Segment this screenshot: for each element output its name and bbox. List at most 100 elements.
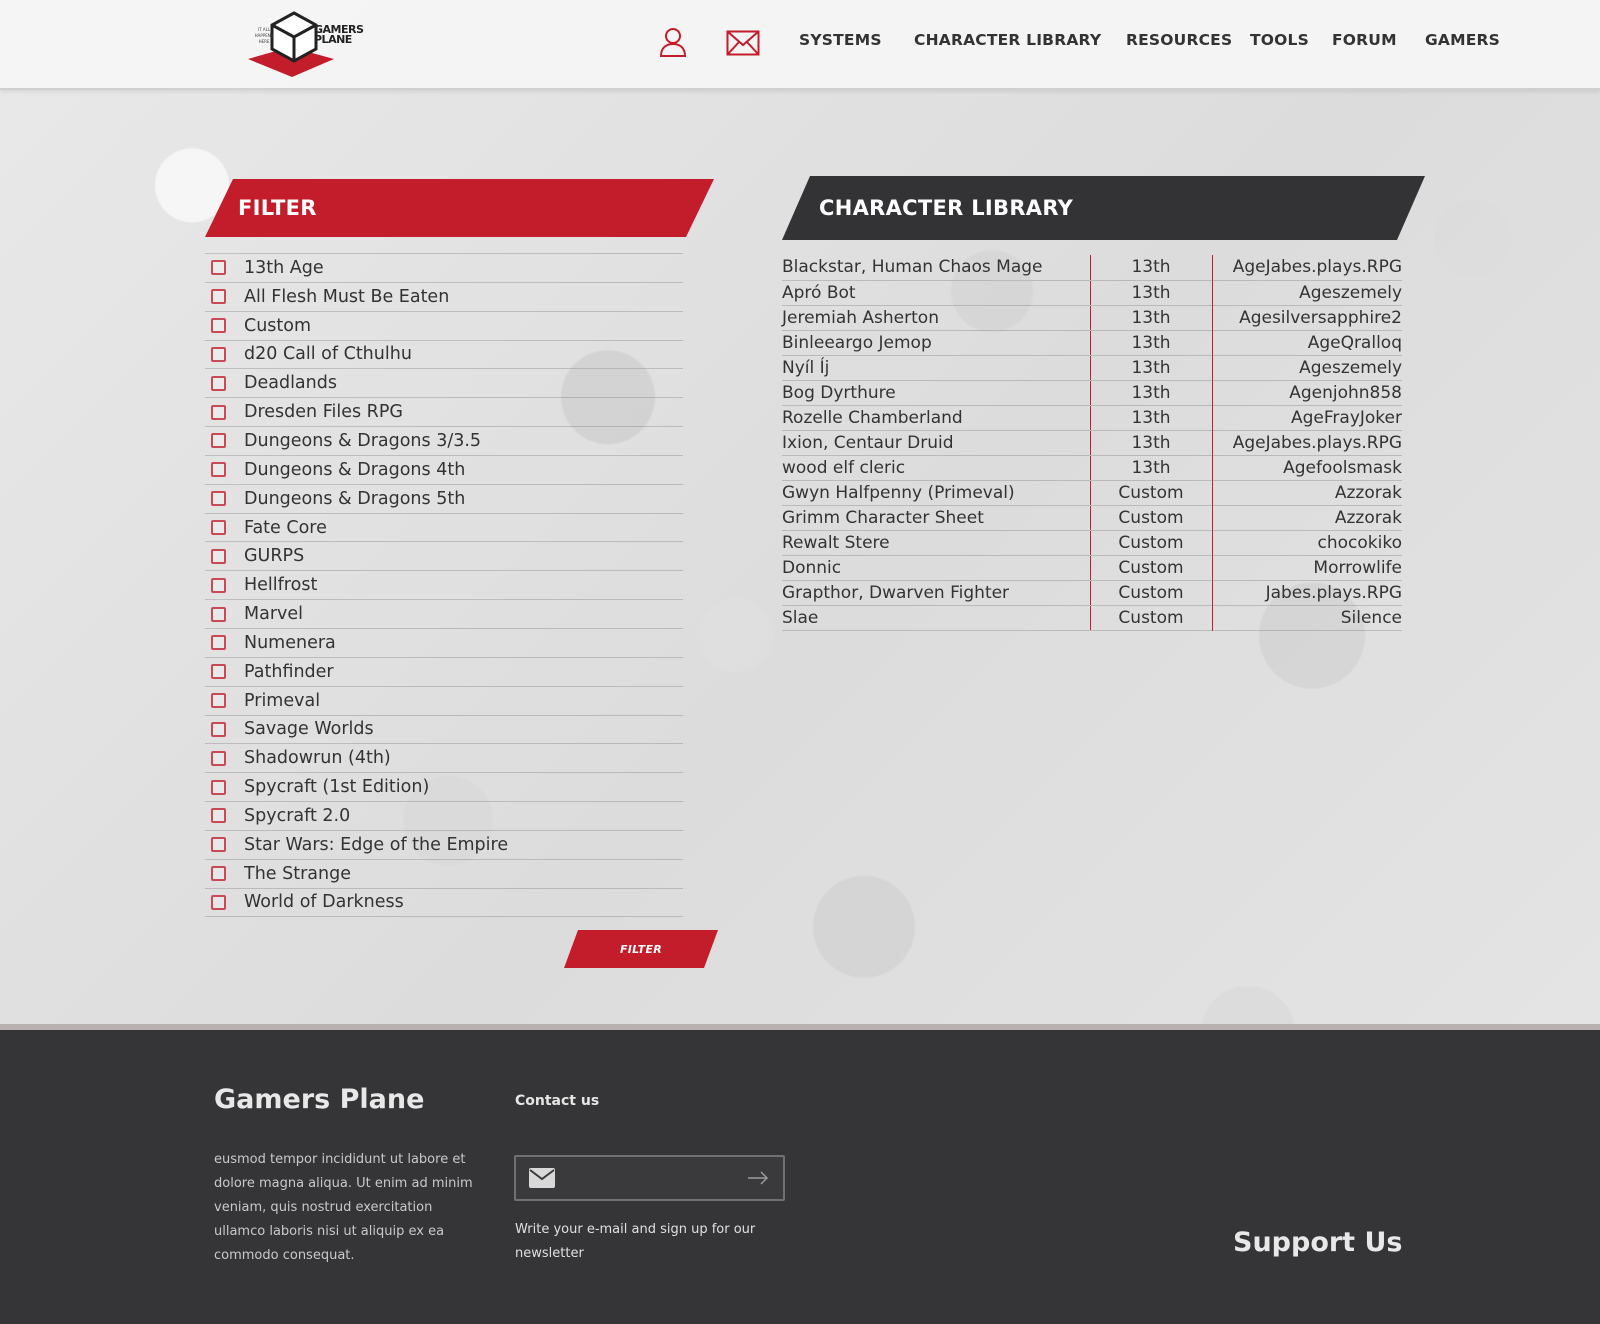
filter-item[interactable]: Dungeons & Dragons 3/3.5: [205, 427, 683, 456]
library-row[interactable]: Slae Custom Silence: [782, 605, 1402, 631]
filter-item[interactable]: Fate Core: [205, 514, 683, 543]
filter-item[interactable]: d20 Call of Cthulhu: [205, 341, 683, 370]
character-name[interactable]: Grapthor, Dwarven Fighter: [782, 580, 1090, 606]
filter-checkbox[interactable]: [211, 404, 226, 420]
character-gamer[interactable]: Morrowlife: [1212, 555, 1402, 581]
character-gamer[interactable]: Ageszemely: [1212, 280, 1402, 306]
filter-item[interactable]: Custom: [205, 312, 683, 341]
character-name[interactable]: Grimm Character Sheet: [782, 505, 1090, 531]
library-row[interactable]: Grapthor, Dwarven Fighter Custom Jabes.pla…: [782, 580, 1402, 606]
character-gamer[interactable]: Agenjohn858: [1212, 380, 1402, 406]
character-gamer[interactable]: Azzorak: [1212, 505, 1402, 531]
character-name[interactable]: Jeremiah Asherton: [782, 305, 1090, 331]
nav-resources[interactable]: RESOURCES: [1126, 31, 1232, 49]
filter-checkbox[interactable]: [211, 808, 226, 824]
filter-checkbox[interactable]: [211, 721, 226, 737]
character-name[interactable]: Rozelle Chamberland: [782, 405, 1090, 431]
nav-gamers[interactable]: GAMERS: [1425, 31, 1500, 49]
filter-checkbox[interactable]: [211, 577, 226, 593]
filter-checkbox[interactable]: [211, 548, 226, 564]
filter-checkbox[interactable]: [211, 433, 226, 449]
filter-button[interactable]: FILTER: [564, 930, 718, 968]
library-row[interactable]: Binleeargo Jemop 13th AgeQralloq: [782, 330, 1402, 356]
character-name[interactable]: Rewalt Stere: [782, 530, 1090, 556]
filter-item[interactable]: Pathfinder: [205, 658, 683, 687]
filter-item[interactable]: 13th Age: [205, 254, 683, 283]
filter-item[interactable]: Primeval: [205, 687, 683, 716]
character-gamer[interactable]: Azzorak: [1212, 480, 1402, 506]
library-row[interactable]: Nyíl Íj 13th Ageszemely: [782, 355, 1402, 381]
filter-item[interactable]: World of Darkness: [205, 889, 683, 918]
filter-checkbox[interactable]: [211, 260, 226, 276]
filter-checkbox[interactable]: [211, 491, 226, 507]
filter-checkbox[interactable]: [211, 606, 226, 622]
character-name[interactable]: wood elf cleric: [782, 455, 1090, 481]
filter-item[interactable]: Star Wars: Edge of the Empire: [205, 831, 683, 860]
filter-checkbox[interactable]: [211, 750, 226, 766]
filter-item[interactable]: Spycraft 2.0: [205, 802, 683, 831]
filter-item[interactable]: Deadlands: [205, 369, 683, 399]
nav-tools[interactable]: TOOLS: [1250, 31, 1309, 49]
character-name[interactable]: Ixion, Centaur Druid: [782, 430, 1090, 456]
mail-icon[interactable]: [726, 30, 760, 56]
character-gamer[interactable]: AgeFrayJoker: [1212, 405, 1402, 431]
filter-checkbox[interactable]: [211, 289, 226, 305]
library-row[interactable]: Blackstar, Human Chaos Mage 13th AgeJabes.…: [782, 255, 1402, 281]
filter-item[interactable]: Numenera: [205, 629, 683, 658]
filter-checkbox[interactable]: [211, 375, 226, 391]
filter-item[interactable]: Marvel: [205, 600, 683, 629]
character-gamer[interactable]: Ageszemely: [1212, 355, 1402, 381]
filter-item[interactable]: Hellfrost: [205, 571, 683, 601]
filter-item[interactable]: Dungeons & Dragons 4th: [205, 456, 683, 485]
nav-character-library[interactable]: CHARACTER LIBRARY: [914, 31, 1101, 49]
character-gamer[interactable]: chocokiko: [1212, 530, 1402, 556]
arrow-right-icon[interactable]: [747, 1171, 769, 1185]
filter-item[interactable]: GURPS: [205, 542, 683, 572]
character-gamer[interactable]: Agesilversapphire2: [1212, 305, 1402, 331]
library-row[interactable]: Ixion, Centaur Druid 13th AgeJabes.plays.R…: [782, 430, 1402, 456]
character-name[interactable]: Slae: [782, 605, 1090, 631]
filter-item[interactable]: Dresden Files RPG: [205, 398, 683, 428]
user-icon[interactable]: [659, 27, 687, 57]
filter-checkbox[interactable]: [211, 520, 226, 536]
character-name[interactable]: Binleeargo Jemop: [782, 330, 1090, 356]
filter-item[interactable]: Dungeons & Dragons 5th: [205, 485, 683, 514]
character-name[interactable]: Donnic: [782, 555, 1090, 581]
library-row[interactable]: Jeremiah Asherton 13th Agesilversapphire2: [782, 305, 1402, 331]
character-gamer[interactable]: AgeJabes.plays.RPG: [1212, 255, 1402, 281]
library-row[interactable]: Bog Dyrthure 13th Agenjohn858: [782, 380, 1402, 406]
character-name[interactable]: Bog Dyrthure: [782, 380, 1090, 406]
filter-checkbox[interactable]: [211, 664, 226, 680]
support-title[interactable]: Support Us: [1233, 1227, 1403, 1258]
filter-checkbox[interactable]: [211, 894, 226, 910]
library-row[interactable]: Rozelle Chamberland 13th AgeFrayJoker: [782, 405, 1402, 431]
character-name[interactable]: Gwyn Halfpenny (Primeval): [782, 480, 1090, 506]
filter-item[interactable]: The Strange: [205, 860, 683, 889]
filter-checkbox[interactable]: [211, 693, 226, 709]
character-gamer[interactable]: Agefoolsmask: [1212, 455, 1402, 481]
character-gamer[interactable]: Silence: [1212, 605, 1402, 631]
character-gamer[interactable]: AgeQralloq: [1212, 330, 1402, 356]
library-row[interactable]: Rewalt Stere Custom chocokiko: [782, 530, 1402, 556]
library-row[interactable]: Apró Bot 13th Ageszemely: [782, 280, 1402, 306]
library-row[interactable]: Donnic Custom Morrowlife: [782, 555, 1402, 581]
filter-item[interactable]: All Flesh Must Be Eaten: [205, 283, 683, 312]
nav-systems[interactable]: SYSTEMS: [799, 31, 882, 49]
filter-checkbox[interactable]: [211, 866, 226, 882]
logo[interactable]: IT ALL HAPPENS HERE GAMERS PLANE: [246, 11, 364, 79]
filter-checkbox[interactable]: [211, 635, 226, 651]
character-gamer[interactable]: AgeJabes.plays.RPG: [1212, 430, 1402, 456]
character-name[interactable]: Apró Bot: [782, 280, 1090, 306]
library-row[interactable]: Gwyn Halfpenny (Primeval) Custom Azzorak: [782, 480, 1402, 506]
filter-checkbox[interactable]: [211, 779, 226, 795]
newsletter-email-input[interactable]: [566, 1163, 746, 1193]
filter-item[interactable]: Savage Worlds: [205, 716, 683, 745]
library-row[interactable]: wood elf cleric 13th Agefoolsmask: [782, 455, 1402, 481]
character-gamer[interactable]: Jabes.plays.RPG: [1212, 580, 1402, 606]
filter-checkbox[interactable]: [211, 318, 226, 334]
filter-checkbox[interactable]: [211, 346, 226, 362]
filter-checkbox[interactable]: [211, 462, 226, 478]
character-name[interactable]: Nyíl Íj: [782, 355, 1090, 381]
filter-checkbox[interactable]: [211, 837, 226, 853]
character-name[interactable]: Blackstar, Human Chaos Mage: [782, 255, 1090, 281]
